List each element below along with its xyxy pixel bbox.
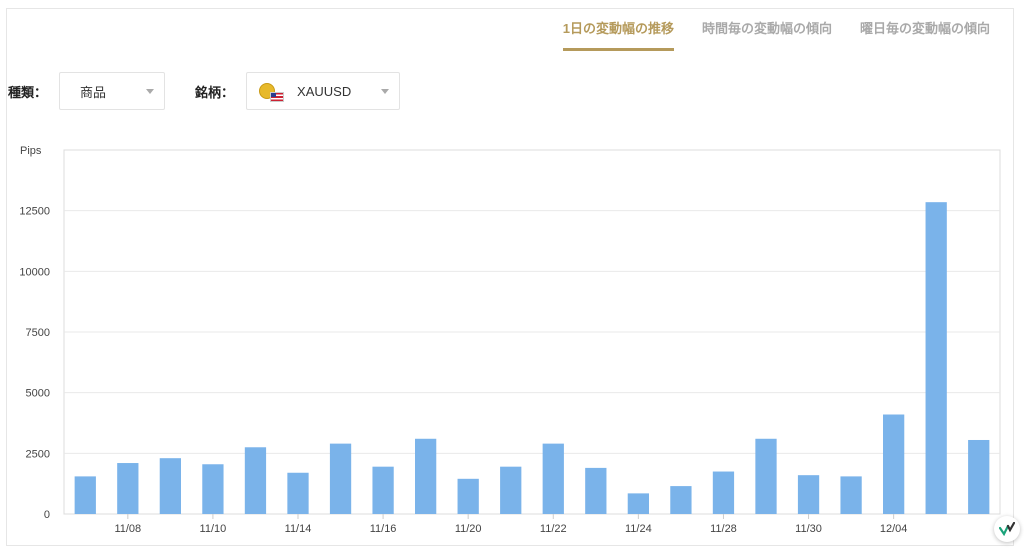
filter-bar: 種類： 商品 銘柄： XAUUSD [8, 72, 401, 110]
bar [202, 464, 224, 514]
symbol-select[interactable]: XAUUSD [246, 72, 401, 110]
bar [542, 443, 564, 514]
x-tick-label: 11/22 [540, 523, 567, 535]
y-axis-label: Pips [20, 145, 42, 157]
x-tick-label: 12/04 [880, 523, 908, 535]
tab-weekday-range[interactable]: 曜日毎の変動幅の傾向 [846, 18, 1004, 51]
bar [329, 443, 352, 514]
bar [372, 466, 394, 514]
y-tick-label: 0 [44, 509, 50, 521]
x-tick-label: 11/10 [200, 523, 227, 535]
bar [627, 493, 649, 514]
bar [159, 458, 181, 514]
tab-daily-range[interactable]: 1日の変動幅の推移 [549, 18, 688, 51]
bar [500, 466, 522, 514]
x-tick-label: 11/16 [370, 523, 397, 535]
bar [117, 463, 139, 514]
y-tick-label: 12500 [19, 206, 50, 218]
x-tick-label: 11/24 [625, 523, 652, 535]
tab-hourly-range[interactable]: 時間毎の変動幅の傾向 [688, 18, 846, 51]
brand-logo-icon[interactable] [994, 516, 1020, 542]
bar [840, 476, 862, 514]
bar [755, 438, 777, 514]
y-tick-label: 10000 [19, 266, 50, 278]
bar [244, 447, 267, 514]
daily-range-bar-chart: 0 2500 5000 7500 10000 12500 Pips 11/08 11/10 11/… [19, 145, 1001, 535]
chevron-down-icon [381, 89, 390, 94]
us-flag-icon [270, 92, 285, 102]
bar [712, 471, 735, 514]
chevron-down-icon [146, 89, 155, 94]
bar [670, 486, 692, 514]
symbol-select-value: XAUUSD [297, 83, 352, 99]
x-tick-label: 11/30 [795, 523, 822, 535]
bar [287, 472, 309, 514]
tab-bar: 1日の変動幅の推移 時間毎の変動幅の傾向 曜日毎の変動幅の傾向 [549, 18, 1004, 51]
x-tick-label: 11/20 [455, 523, 482, 535]
y-tick-label: 7500 [26, 327, 50, 339]
symbol-label: 銘柄： [195, 84, 235, 100]
bar [457, 478, 479, 514]
bar [797, 475, 820, 514]
check-logo-icon [999, 522, 1015, 536]
x-tick-label: 11/08 [114, 523, 141, 535]
bar [883, 414, 905, 514]
y-tick-label: 2500 [26, 448, 50, 460]
y-tick-label: 5000 [26, 388, 50, 400]
bar [585, 467, 607, 514]
bar [74, 476, 96, 514]
bar [968, 439, 990, 514]
type-select-value: 商品 [80, 84, 107, 100]
x-tick-label: 11/28 [710, 523, 737, 535]
bar [415, 438, 437, 514]
type-select[interactable]: 商品 [59, 72, 166, 110]
x-tick-label: 11/14 [285, 523, 312, 535]
gold-coin-icon [259, 83, 285, 102]
bar [925, 202, 947, 514]
type-label: 種類： [8, 84, 48, 100]
